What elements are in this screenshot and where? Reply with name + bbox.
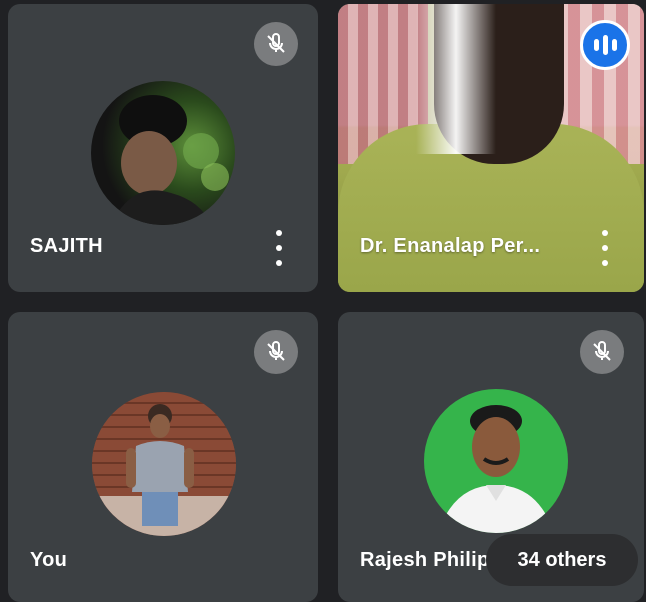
participant-tile-you[interactable]: You (8, 312, 318, 602)
more-options-icon[interactable] (274, 230, 284, 266)
audio-level-icon (580, 20, 630, 70)
avatar (92, 392, 236, 536)
more-options-icon[interactable] (600, 230, 610, 266)
mic-off-icon (254, 22, 298, 66)
others-participants-chip[interactable]: 34 others (486, 534, 638, 586)
participant-name: Rajesh Philip (360, 549, 490, 571)
participant-name: Dr. Enanalap Per... (360, 235, 541, 257)
mic-off-icon (580, 330, 624, 374)
participant-tile-speaking[interactable]: Dr. Enanalap Per... (338, 4, 644, 292)
mic-off-icon (254, 330, 298, 374)
avatar (91, 81, 235, 225)
participant-tile-sajith[interactable]: SAJITH (8, 4, 318, 292)
participant-name: You (30, 549, 68, 571)
avatar (424, 389, 568, 533)
participant-name: SAJITH (30, 235, 103, 257)
